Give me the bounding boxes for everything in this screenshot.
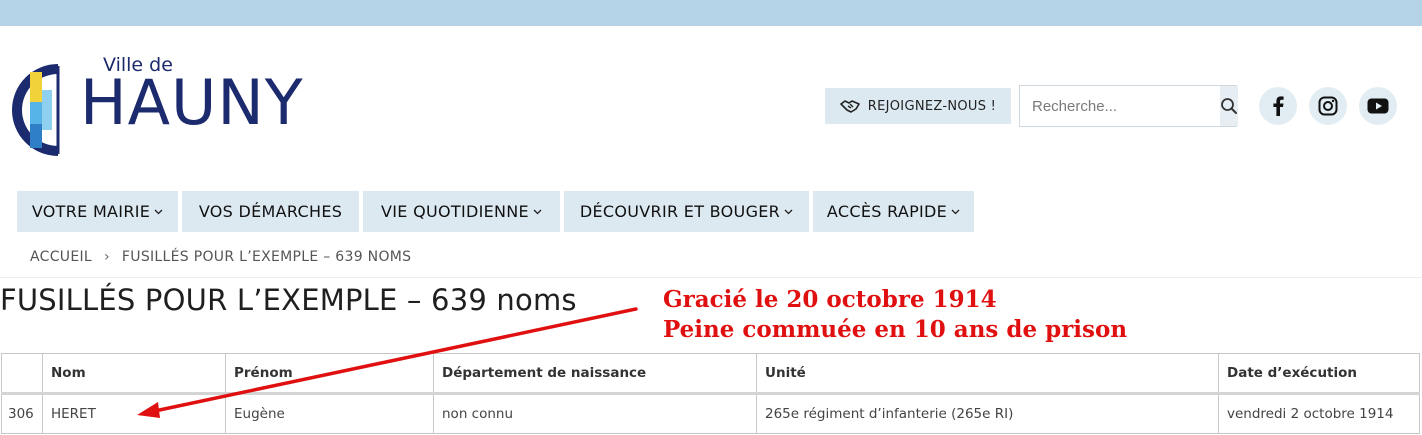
search-input[interactable]: [1020, 86, 1220, 126]
breadcrumb-home-link[interactable]: ACCUEIL: [30, 249, 92, 265]
nav-label: ACCÈS RAPIDE: [826, 202, 948, 221]
cell-unite: 265e régiment d’infanterie (265e RI): [756, 392, 1219, 434]
cell-prenom: Eugène: [225, 392, 434, 434]
cell-departement: non connu: [433, 392, 757, 434]
site-logo[interactable]: Ville de HAUNY: [8, 52, 308, 162]
top-banner: [0, 0, 1422, 26]
annotation-line-1: Gracié le 20 octobre 1914: [663, 286, 997, 313]
table-row: 306 HERET Eugène non connu 265e régiment…: [1, 392, 1420, 434]
divider: [0, 277, 1422, 278]
instagram-icon: [1318, 96, 1338, 116]
nav-vos-demarches[interactable]: VOS DÉMARCHES: [182, 191, 359, 232]
column-header-unite[interactable]: Unité: [756, 353, 1219, 394]
nav-label: VOS DÉMARCHES: [198, 202, 343, 221]
breadcrumb-current: FUSILLÉS POUR L’EXEMPLE – 639 NOMS: [121, 249, 412, 265]
breadcrumb: ACCUEIL › FUSILLÉS POUR L’EXEMPLE – 639 …: [30, 249, 411, 265]
column-header-index: [1, 353, 43, 394]
column-header-nom[interactable]: Nom: [42, 353, 226, 394]
page-title: FUSILLÉS POUR L’EXEMPLE – 639 noms: [0, 283, 577, 317]
nav-votre-mairie[interactable]: VOTRE MAIRIE: [17, 191, 178, 232]
search-box: [1019, 85, 1238, 127]
join-us-button[interactable]: REJOIGNEZ-NOUS !: [825, 88, 1011, 124]
chevron-down-icon: [154, 209, 163, 214]
logo-wordmark: HAUNY: [80, 66, 304, 139]
join-us-label: REJOIGNEZ-NOUS !: [867, 98, 997, 114]
handshake-icon: [839, 100, 860, 113]
chevron-down-icon: [784, 209, 793, 214]
column-header-date[interactable]: Date d’exécution: [1218, 353, 1420, 394]
red-annotation: Gracié le 20 octobre 1914 Peine commuée …: [663, 285, 1127, 345]
nav-decouvrir-et-bouger[interactable]: DÉCOUVRIR ET BOUGER: [564, 191, 809, 232]
nav-label: VOTRE MAIRIE: [31, 202, 151, 221]
search-icon: [1221, 98, 1237, 114]
column-header-prenom[interactable]: Prénom: [225, 353, 434, 394]
nav-label: VIE QUOTIDIENNE: [381, 202, 529, 221]
breadcrumb-separator: ›: [104, 249, 110, 265]
cell-nom: HERET: [42, 392, 226, 434]
nav-label: DÉCOUVRIR ET BOUGER: [579, 202, 781, 221]
nav-acces-rapide[interactable]: ACCÈS RAPIDE: [813, 191, 974, 232]
youtube-link[interactable]: [1359, 87, 1397, 125]
facebook-icon: [1273, 96, 1284, 116]
nav-vie-quotidienne[interactable]: VIE QUOTIDIENNE: [363, 191, 560, 232]
chevron-down-icon: [533, 209, 542, 214]
table-header-row: Nom Prénom Département de naissance Unit…: [1, 353, 1420, 394]
column-header-departement[interactable]: Département de naissance: [433, 353, 757, 394]
annotation-line-2: Peine commuée en 10 ans de prison: [663, 316, 1128, 343]
search-button[interactable]: [1220, 86, 1238, 126]
cell-index: 306: [1, 392, 43, 434]
executions-table: Nom Prénom Département de naissance Unit…: [1, 353, 1420, 434]
youtube-icon: [1367, 98, 1389, 114]
cell-date: vendredi 2 octobre 1914: [1218, 392, 1420, 434]
facebook-link[interactable]: [1259, 87, 1297, 125]
chevron-down-icon: [951, 209, 960, 214]
instagram-link[interactable]: [1309, 87, 1347, 125]
